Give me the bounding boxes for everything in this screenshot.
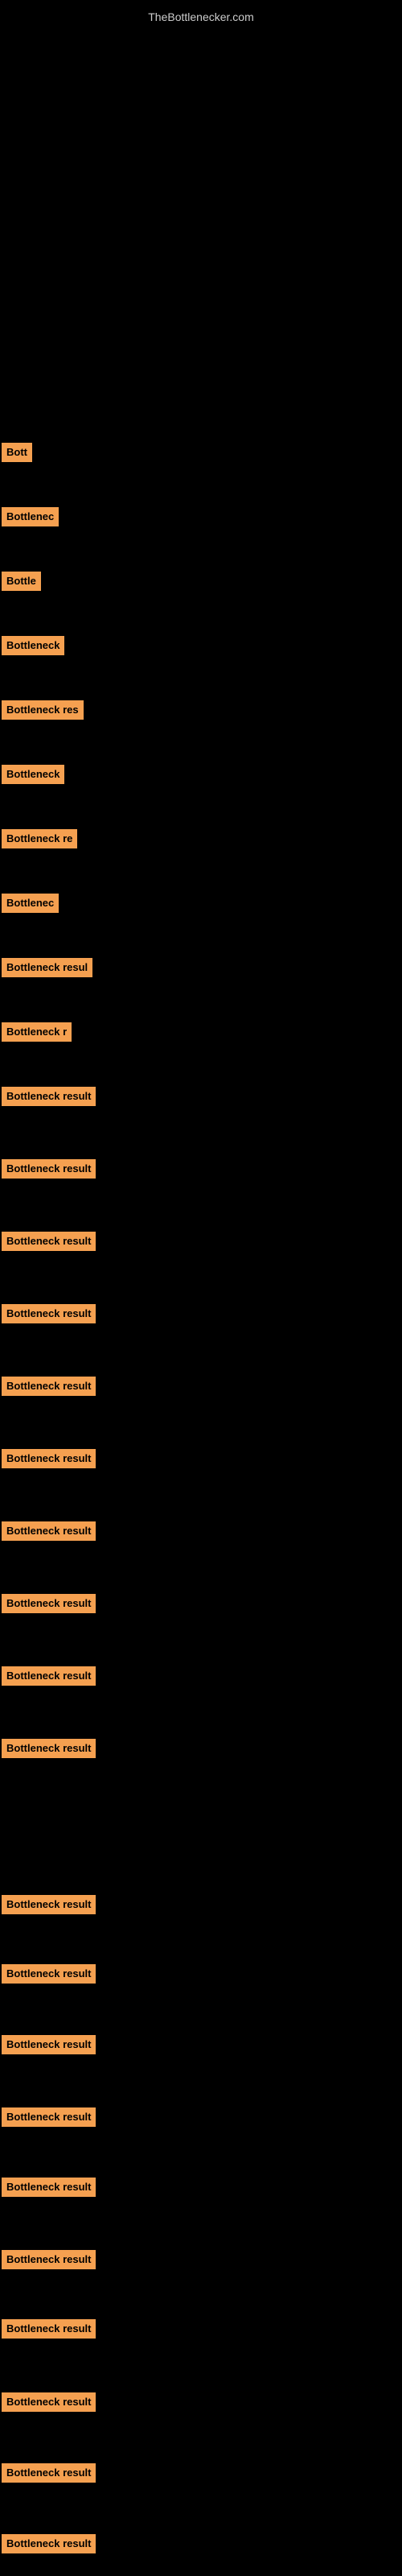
- bottleneck-item: Bottleneck result: [2, 1666, 96, 1686]
- bottleneck-item: Bottleneck result: [2, 2319, 96, 2339]
- bottleneck-item: Bottleneck result: [2, 1377, 96, 1396]
- bottleneck-item: Bottleneck result: [2, 1449, 96, 1468]
- bottleneck-item: Bottleneck result: [2, 1232, 96, 1251]
- bottleneck-item: Bottlenec: [2, 894, 59, 913]
- bottleneck-item: Bottleneck result: [2, 2107, 96, 2127]
- bottleneck-container: Bott Bottlenec Bottle Bottleneck Bottleneck …: [0, 0, 402, 2576]
- bottleneck-item: Bottle: [2, 572, 41, 591]
- bottleneck-item: Bottleneck result: [2, 2250, 96, 2269]
- bottleneck-item: Bottlenec: [2, 507, 59, 526]
- bottleneck-item: Bottleneck result: [2, 1304, 96, 1323]
- bottleneck-item: Bottleneck r: [2, 1022, 72, 1042]
- bottleneck-item: Bottleneck result: [2, 1739, 96, 1758]
- bottleneck-item: Bottleneck re: [2, 829, 77, 848]
- bottleneck-item: Bottleneck result: [2, 1087, 96, 1106]
- bottleneck-item: Bottleneck: [2, 636, 64, 655]
- bottleneck-item: Bottleneck result: [2, 1521, 96, 1541]
- bottleneck-item: Bottleneck result: [2, 2178, 96, 2197]
- bottleneck-item: Bottleneck result: [2, 1964, 96, 1984]
- bottleneck-item: Bottleneck result: [2, 2463, 96, 2483]
- bottleneck-item: Bottleneck result: [2, 2534, 96, 2553]
- bottleneck-item: Bottleneck result: [2, 1159, 96, 1179]
- bottleneck-item: Bottleneck result: [2, 2035, 96, 2054]
- bottleneck-item: Bottleneck result: [2, 1895, 96, 1914]
- bottleneck-item: Bottleneck resul: [2, 958, 92, 977]
- bottleneck-item: Bottleneck: [2, 765, 64, 784]
- bottleneck-item: Bott: [2, 443, 32, 462]
- bottleneck-item: Bottleneck result: [2, 2392, 96, 2412]
- bottleneck-item: Bottleneck result: [2, 1594, 96, 1613]
- bottleneck-item: Bottleneck res: [2, 700, 84, 720]
